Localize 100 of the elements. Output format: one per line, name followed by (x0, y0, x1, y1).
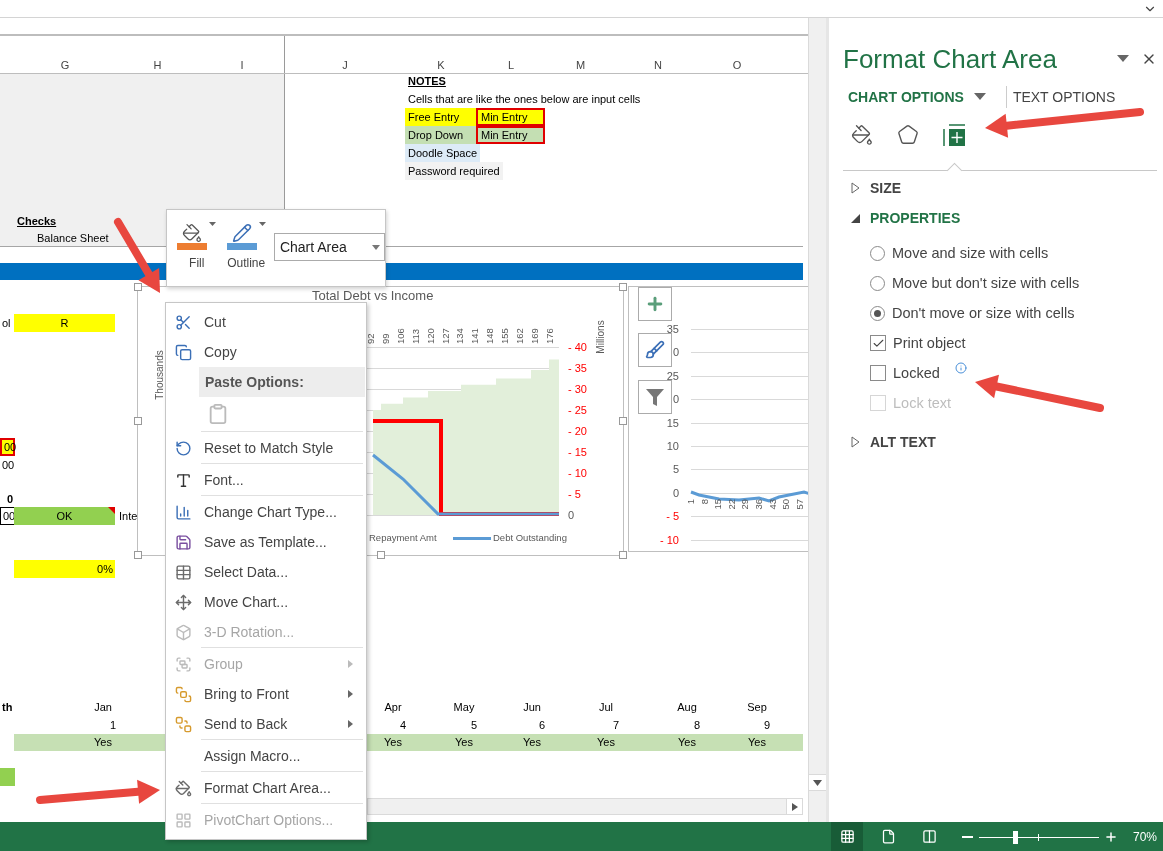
menu-item[interactable]: Save as Template... (167, 527, 365, 557)
column-header[interactable]: K (437, 59, 445, 71)
legend-cell: Min Entry (476, 108, 545, 126)
chart-elements-button[interactable] (638, 287, 672, 321)
menu-item[interactable]: Select Data... (167, 557, 365, 587)
resize-handle[interactable] (134, 551, 142, 559)
checkbox[interactable] (870, 365, 886, 381)
icon-tab[interactable] (849, 122, 875, 148)
table-cell-text: Jan (93, 700, 113, 715)
section-title[interactable]: ALT TEXT (870, 434, 936, 450)
table-cell-text: Yes (454, 735, 474, 750)
menu-item[interactable]: Assign Macro... (167, 741, 365, 771)
pivot-chart-icon (174, 811, 192, 829)
expand-arrow-icon[interactable] (851, 182, 860, 194)
page-icon (880, 829, 896, 844)
plus-icon (1104, 829, 1118, 844)
menu-item[interactable]: Bring to Front (167, 679, 365, 709)
table-cell-text: 0 (5, 492, 14, 507)
options-tab[interactable]: CHART OPTIONS (848, 89, 964, 105)
column-header[interactable]: G (60, 59, 70, 71)
chart-styles-button[interactable] (638, 333, 672, 367)
caret-icon[interactable] (209, 222, 217, 226)
axis-label: 113 (409, 327, 422, 344)
menu-item[interactable]: Move Chart... (167, 587, 365, 617)
menu-item[interactable]: Copy (167, 337, 365, 367)
minus-icon (961, 835, 973, 838)
caret-icon[interactable] (258, 222, 266, 226)
column-header[interactable]: J (342, 59, 348, 71)
checkbox[interactable] (870, 335, 886, 351)
scroll-down-icon[interactable] (813, 779, 822, 786)
section-title[interactable]: PROPERTIES (870, 210, 961, 226)
scroll-right-icon[interactable] (791, 802, 798, 811)
column-header[interactable]: N (654, 59, 662, 71)
radio-button[interactable] (870, 275, 885, 291)
menu-item[interactable]: Format Chart Area... (167, 773, 365, 803)
axis-label: 0 (568, 508, 575, 522)
checks-item: Balance Sheet (36, 231, 109, 246)
resize-handle[interactable] (619, 417, 627, 425)
grid-icon (839, 829, 855, 844)
group-icon (174, 655, 192, 673)
vertical-scrollbar[interactable] (808, 18, 826, 822)
chart-area[interactable]: 35 0 25 0 15 10 5 0 - 5 - 10 1 8 15 22 29 36 43 50 57 (628, 286, 808, 552)
table-cell-text: Inte (118, 509, 138, 524)
menu-item[interactable]: Send to Back (167, 709, 365, 739)
axis-label: - 30 (568, 382, 587, 396)
expand-arrow-icon[interactable] (851, 436, 860, 448)
dropdown-caret-icon[interactable] (1117, 55, 1129, 63)
table-cell-text: 5 (469, 718, 478, 733)
notes-text: Cells that are like the ones below are input cells (407, 92, 641, 107)
axis-label: 57 (793, 499, 806, 512)
resize-handle[interactable] (134, 283, 142, 291)
options-tab[interactable]: TEXT OPTIONS (1012, 89, 1116, 105)
menu-header: Paste Options: (199, 367, 365, 397)
table-cell-text: 7 (611, 718, 620, 733)
comment-marker (108, 507, 115, 514)
resize-handle[interactable] (134, 417, 142, 425)
copy-icon (174, 343, 192, 361)
option-label: Move but don't size with cells (892, 275, 1080, 291)
table-cell-text: Yes (93, 735, 113, 750)
panel-title: Format Chart Area (843, 43, 1058, 75)
radio-button[interactable] (870, 245, 885, 261)
column-header[interactable]: H (153, 59, 162, 71)
paint-bucket-icon (174, 779, 192, 797)
axis-label: - 40 (568, 340, 587, 354)
brush-icon (645, 340, 665, 360)
menu-item[interactable]: Cut (167, 307, 365, 337)
table-cell-text: May (452, 700, 476, 715)
dropdown-caret-icon[interactable] (973, 93, 986, 101)
fill-button[interactable]: Fill (175, 216, 219, 282)
axis-label: - 25 (568, 403, 587, 417)
outline-button[interactable]: Outline (224, 216, 268, 282)
menu-item[interactable]: Font... (167, 465, 365, 495)
resize-handle[interactable] (376, 551, 385, 559)
menu-item[interactable]: Reset to Match Style (167, 433, 365, 463)
caret-icon (372, 244, 380, 250)
menu-item[interactable]: Change Chart Type... (167, 497, 365, 527)
resize-handle[interactable] (619, 551, 627, 559)
column-header[interactable]: O (732, 59, 742, 71)
chart-filters-button[interactable] (638, 380, 672, 414)
axis-label: 15 (666, 415, 679, 430)
view-button[interactable] (831, 822, 863, 851)
checks-title: Checks (17, 214, 58, 229)
section-title[interactable]: SIZE (870, 180, 902, 196)
clipboard-icon[interactable] (207, 403, 229, 425)
option-label: Don't move or size with cells (892, 305, 1075, 321)
column-header[interactable]: L (507, 59, 515, 71)
table-cell-text: Yes (596, 735, 616, 750)
column-header[interactable]: I (240, 59, 244, 71)
radio-button[interactable] (870, 305, 885, 321)
cube-icon (174, 623, 192, 641)
horizontal-scrollbar[interactable] (367, 798, 803, 815)
resize-handle[interactable] (619, 283, 627, 291)
zoom-thumb[interactable] (1013, 830, 1018, 844)
chart-element-dropdown[interactable]: Chart Area (273, 233, 385, 261)
table-cell-text: Yes (747, 735, 767, 750)
column-header[interactable]: M (575, 59, 586, 71)
axis-label: 43 (766, 499, 779, 512)
axis-label: 10 (666, 439, 679, 453)
collapse-arrow-icon[interactable] (851, 213, 860, 223)
axis-title: Millions (595, 319, 607, 356)
